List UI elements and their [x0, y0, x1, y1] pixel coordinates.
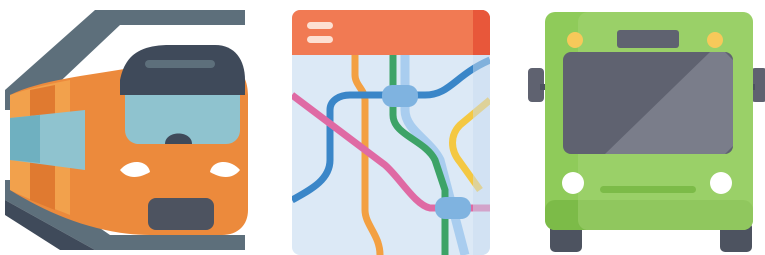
map-right-edge	[473, 55, 490, 255]
map-header-edge	[473, 10, 490, 55]
bus-graphic	[528, 12, 765, 252]
cab-vent	[145, 60, 215, 68]
station-upper	[382, 85, 418, 107]
menu-bar-2	[307, 36, 333, 43]
top-light-left	[567, 32, 583, 48]
route-sign	[617, 30, 679, 48]
bus-icon	[510, 0, 765, 255]
side-window-shade	[10, 115, 40, 163]
icon-row	[0, 0, 765, 255]
train-graphic	[5, 10, 248, 250]
map-header	[292, 10, 490, 55]
headlight-left	[562, 172, 584, 194]
train-cab	[120, 45, 245, 95]
grille	[600, 186, 696, 193]
top-light-right	[707, 32, 723, 48]
train-icon	[0, 0, 255, 255]
station-lower	[435, 197, 471, 219]
map-graphic	[292, 10, 490, 255]
transit-map-icon	[255, 0, 510, 255]
train-bumper	[148, 198, 214, 230]
menu-bar-1	[307, 22, 333, 29]
headlight-right	[710, 172, 732, 194]
